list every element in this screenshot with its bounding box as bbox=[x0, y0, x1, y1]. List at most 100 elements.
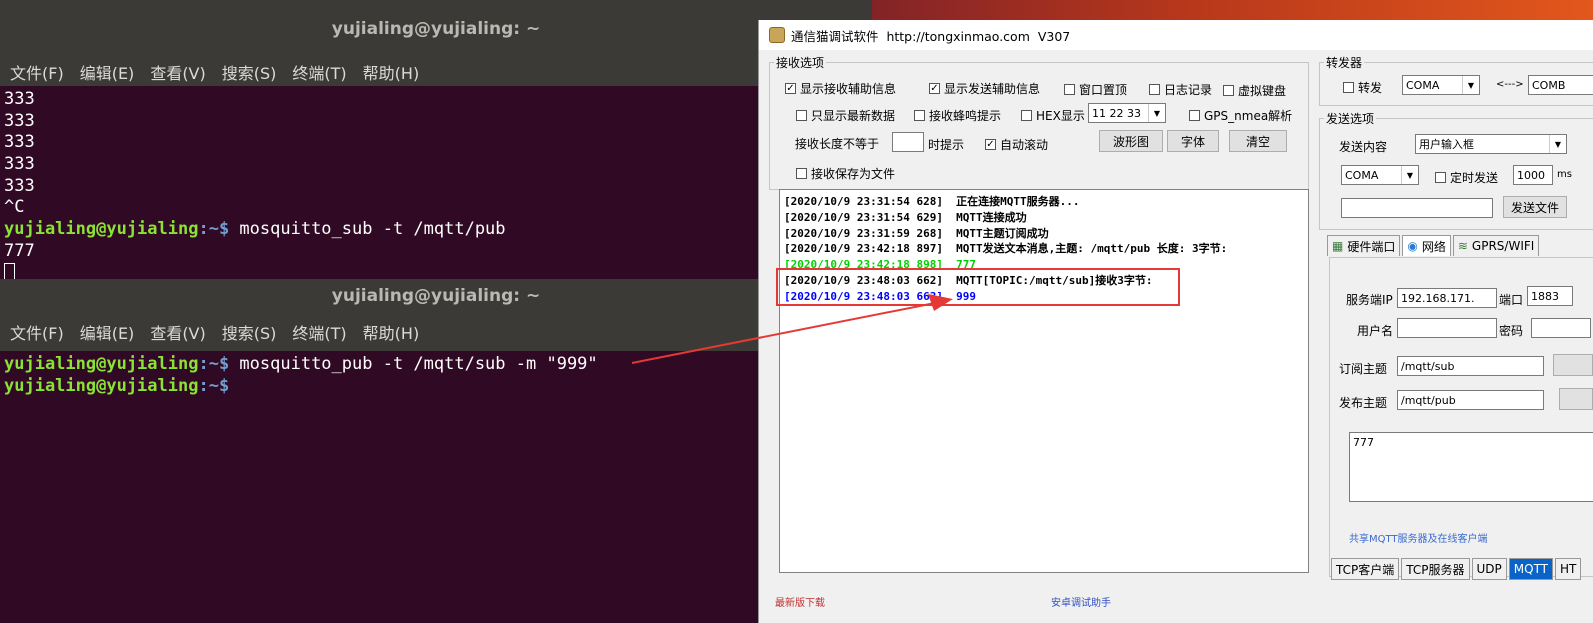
show-tx-info-checkbox[interactable]: ✓ 显示发送辅助信息 bbox=[929, 80, 1040, 97]
terminal-command-line: yujialing@yujialing:~$ mosquitto_pub -t … bbox=[4, 354, 868, 376]
sub-topic-input[interactable]: /mqtt/sub bbox=[1397, 356, 1544, 376]
show-rx-info-checkbox[interactable]: ✓ 显示接收辅助信息 bbox=[785, 80, 896, 97]
window-title: 通信猫调试软件 http://tongxinmao.com V307 bbox=[791, 28, 1071, 44]
menu-item-1[interactable]: 编辑(E) bbox=[80, 60, 135, 84]
highlight-box bbox=[776, 268, 1180, 306]
terminal-title: yujialing@yujialing: ~ bbox=[0, 279, 872, 313]
send-port-select[interactable]: COMA ▼ bbox=[1341, 165, 1419, 185]
log-entry: [2020/10/9 23:31:54 629] MQTT连接成功 bbox=[784, 210, 1027, 224]
receive-log[interactable]: [2020/10/9 23:31:54 628] 正在连接MQTT服务器... [… bbox=[779, 189, 1309, 573]
log-entry: [2020/10/9 23:31:59 268] MQTT主题订阅成功 bbox=[784, 226, 1049, 240]
signal-icon: ≋ bbox=[1457, 239, 1468, 253]
terminal-cursor bbox=[4, 263, 15, 279]
terminal-output-line: 333 bbox=[4, 132, 35, 153]
font-button[interactable]: 字体 bbox=[1167, 130, 1219, 152]
username-input[interactable] bbox=[1397, 318, 1497, 338]
terminal-menubar: 文件(F) 编辑(E) 查看(V) 搜索(S) 终端(T) 帮助(H) bbox=[0, 58, 872, 86]
android-helper-link[interactable]: 安卓调试助手 bbox=[1051, 594, 1111, 609]
protocol-tab-2[interactable]: UDP bbox=[1471, 558, 1507, 580]
terminal-menubar: 文件(F) 编辑(E) 查看(V) 搜索(S) 终端(T) 帮助(H) bbox=[0, 313, 872, 351]
protocol-tab-3[interactable]: MQTT bbox=[1508, 558, 1554, 580]
hex-value-select[interactable]: 11 22 33 ▼ bbox=[1088, 103, 1166, 123]
shared-mqtt-link[interactable]: 共享MQTT服务器及在线客户端 bbox=[1349, 530, 1488, 545]
message-textarea[interactable]: 777 bbox=[1349, 432, 1593, 502]
terminal-title: yujialing@yujialing: ~ bbox=[0, 0, 872, 58]
prompt-user: yujialing@yujialing bbox=[4, 375, 199, 396]
forward-port-a-select[interactable]: COMA ▼ bbox=[1402, 75, 1480, 95]
gps-parse-checkbox[interactable]: GPS_nmea解析 bbox=[1189, 107, 1292, 124]
send-content-select[interactable]: 用户输入框 ▼ bbox=[1415, 134, 1567, 154]
prompt-path: :~$ bbox=[198, 219, 230, 240]
forward-arrow: <---> bbox=[1496, 79, 1524, 90]
menu-item-5[interactable]: 帮助(H) bbox=[363, 320, 420, 344]
tab-0[interactable]: ▦ 硬件端口 bbox=[1327, 235, 1401, 256]
send-file-path-input[interactable] bbox=[1341, 198, 1493, 218]
send-file-button[interactable]: 发送文件 bbox=[1503, 196, 1567, 218]
only-latest-checkbox[interactable]: 只显示最新数据 bbox=[796, 107, 895, 124]
window-titlebar: 通信猫调试软件 http://tongxinmao.com V307 bbox=[759, 20, 1593, 50]
menu-item-5[interactable]: 帮助(H) bbox=[363, 60, 420, 84]
protocol-tab-0[interactable]: TCP客户端 bbox=[1331, 558, 1400, 580]
menu-item-4[interactable]: 终端(T) bbox=[292, 320, 346, 344]
download-latest-link[interactable]: 最新版下载 bbox=[775, 594, 825, 609]
forward-port-b-select[interactable]: COMB bbox=[1528, 75, 1593, 95]
sub-topic-label: 订阅主题 bbox=[1339, 362, 1388, 376]
pub-topic-label: 发布主题 bbox=[1339, 396, 1388, 410]
waveform-button[interactable]: 波形图 bbox=[1099, 130, 1163, 152]
menu-item-0[interactable]: 文件(F) bbox=[10, 320, 64, 344]
clear-button[interactable]: 清空 bbox=[1229, 130, 1287, 152]
rx-length-label: 接收长度不等于 bbox=[795, 137, 880, 151]
terminal-screen[interactable]: 333 333 333 333 333 ^C yujialing@yujialing:~$… bbox=[0, 86, 872, 279]
menu-item-4[interactable]: 终端(T) bbox=[292, 60, 346, 84]
timed-send-checkbox[interactable]: 定时发送 bbox=[1435, 169, 1498, 186]
save-to-file-checkbox[interactable]: 接收保存为文件 bbox=[796, 165, 895, 182]
terminal-screen[interactable]: yujialing@yujialing:~$ mosquitto_pub -t … bbox=[0, 351, 872, 400]
terminal-output-line: 333 bbox=[4, 110, 35, 131]
menu-item-2[interactable]: 查看(V) bbox=[150, 60, 205, 84]
auto-scroll-checkbox[interactable]: ✓ 自动滚动 bbox=[985, 136, 1048, 153]
tab-1[interactable]: ◉ 网络 bbox=[1402, 235, 1451, 256]
publish-button[interactable] bbox=[1559, 388, 1593, 410]
log-entry: [2020/10/9 23:31:54 628] 正在连接MQTT服务器... bbox=[784, 195, 1080, 208]
prompt-path: :~$ bbox=[198, 375, 230, 396]
protocol-tabs: TCP客户端 TCP服务器 UDP MQTT HT bbox=[1331, 558, 1582, 580]
interval-input[interactable]: 1000 bbox=[1513, 165, 1553, 185]
terminal-output-line: 777 bbox=[4, 240, 35, 261]
tab-2[interactable]: ≋ GPRS/WIFI bbox=[1452, 235, 1540, 256]
terminal-window-pub[interactable]: yujialing@yujialing: ~ 文件(F) 编辑(E) 查看(V) 搜索… bbox=[0, 279, 872, 623]
log-entry: [2020/10/9 23:42:18 897] MQTT发送文本消息,主题: … bbox=[784, 242, 1228, 256]
terminal-command: mosquitto_pub -t /mqtt/sub -m "999" bbox=[229, 354, 598, 374]
menu-item-3[interactable]: 搜索(S) bbox=[222, 60, 277, 84]
password-input[interactable] bbox=[1531, 318, 1591, 338]
menu-item-2[interactable]: 查看(V) bbox=[150, 320, 205, 344]
subscribe-button[interactable] bbox=[1553, 354, 1593, 376]
prompt-user: yujialing@yujialing bbox=[4, 219, 199, 240]
log-record-checkbox[interactable]: 日志记录 bbox=[1149, 81, 1212, 98]
menu-item-0[interactable]: 文件(F) bbox=[10, 60, 64, 84]
server-ip-label: 服务端IP bbox=[1346, 293, 1393, 307]
terminal-window-sub[interactable]: yujialing@yujialing: ~ 文件(F) 编辑(E) 查看(V) 搜索… bbox=[0, 0, 872, 279]
virtual-keyboard-checkbox[interactable]: 虚拟键盘 bbox=[1223, 82, 1286, 99]
chevron-down-icon: ▼ bbox=[1401, 166, 1418, 184]
server-ip-input[interactable]: 192.168.171. bbox=[1397, 288, 1497, 308]
window-top-checkbox[interactable]: 窗口置顶 bbox=[1064, 81, 1127, 98]
rx-length-input[interactable] bbox=[892, 132, 924, 152]
terminal-command-line: yujialing@yujialing:~$ mosquitto_sub -t … bbox=[4, 219, 868, 241]
chevron-down-icon: ▼ bbox=[1462, 76, 1479, 94]
rx-beep-checkbox[interactable]: 接收蜂鸣提示 bbox=[914, 107, 1001, 124]
forward-checkbox[interactable]: 转发 bbox=[1343, 79, 1382, 96]
send-options-legend: 发送选项 bbox=[1326, 112, 1375, 126]
hex-display-checkbox[interactable]: HEX显示 bbox=[1021, 107, 1085, 124]
forwarder-legend: 转发器 bbox=[1326, 56, 1363, 70]
menu-item-3[interactable]: 搜索(S) bbox=[222, 320, 277, 344]
port-input[interactable]: 1883 bbox=[1527, 286, 1573, 306]
protocol-tab-1[interactable]: TCP服务器 bbox=[1401, 558, 1470, 580]
menu-item-1[interactable]: 编辑(E) bbox=[80, 320, 135, 344]
tongxinmao-window[interactable]: 通信猫调试软件 http://tongxinmao.com V307 接收选项 … bbox=[758, 20, 1593, 623]
protocol-tab-4[interactable]: HT bbox=[1555, 558, 1582, 580]
password-label: 密码 bbox=[1499, 324, 1524, 338]
pub-topic-input[interactable]: /mqtt/pub bbox=[1397, 390, 1544, 410]
terminal-prompt-line: yujialing@yujialing:~$ bbox=[4, 376, 868, 398]
interval-unit: ms bbox=[1557, 169, 1572, 180]
port-label: 端口 bbox=[1499, 293, 1524, 307]
